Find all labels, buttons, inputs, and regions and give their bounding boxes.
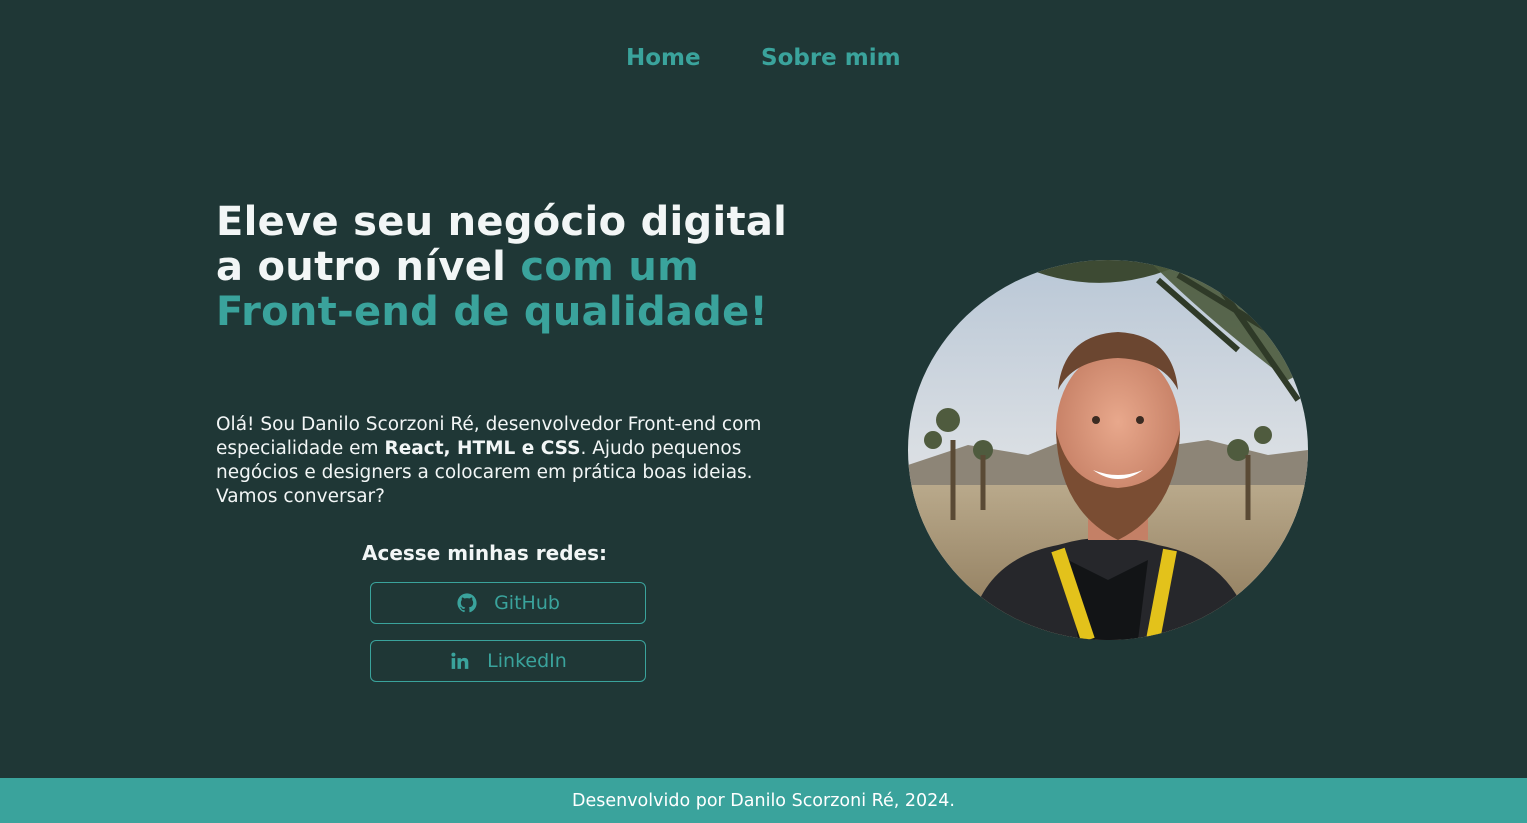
footer: Desenvolvido por Danilo Scorzoni Ré, 202… xyxy=(0,778,1527,823)
social-title: Acesse minhas redes: xyxy=(362,541,607,565)
top-nav: Home Sobre mim xyxy=(0,0,1527,120)
page: Home Sobre mim Eleve seu negócio digital… xyxy=(0,0,1527,823)
linkedin-label: LinkedIn xyxy=(487,650,567,672)
hero-intro: Olá! Sou Danilo Scorzoni Ré, desenvolved… xyxy=(216,413,786,509)
github-label: GitHub xyxy=(494,592,560,614)
hero-headline: Eleve seu negócio digital a outro nível … xyxy=(216,200,816,335)
footer-text: Desenvolvido por Danilo Scorzoni Ré, 202… xyxy=(571,790,955,811)
intro-skills: React, HTML e CSS xyxy=(384,438,581,459)
nav-home-link[interactable]: Home xyxy=(626,42,701,74)
github-button[interactable]: GitHub xyxy=(370,582,646,624)
linkedin-icon xyxy=(449,650,471,672)
profile-photo xyxy=(908,260,1308,640)
headline-plain: Eleve seu negócio digital a outro nível xyxy=(216,199,788,290)
github-icon xyxy=(456,592,478,614)
nav-about-link[interactable]: Sobre mim xyxy=(761,42,901,74)
linkedin-button[interactable]: LinkedIn xyxy=(370,640,646,682)
